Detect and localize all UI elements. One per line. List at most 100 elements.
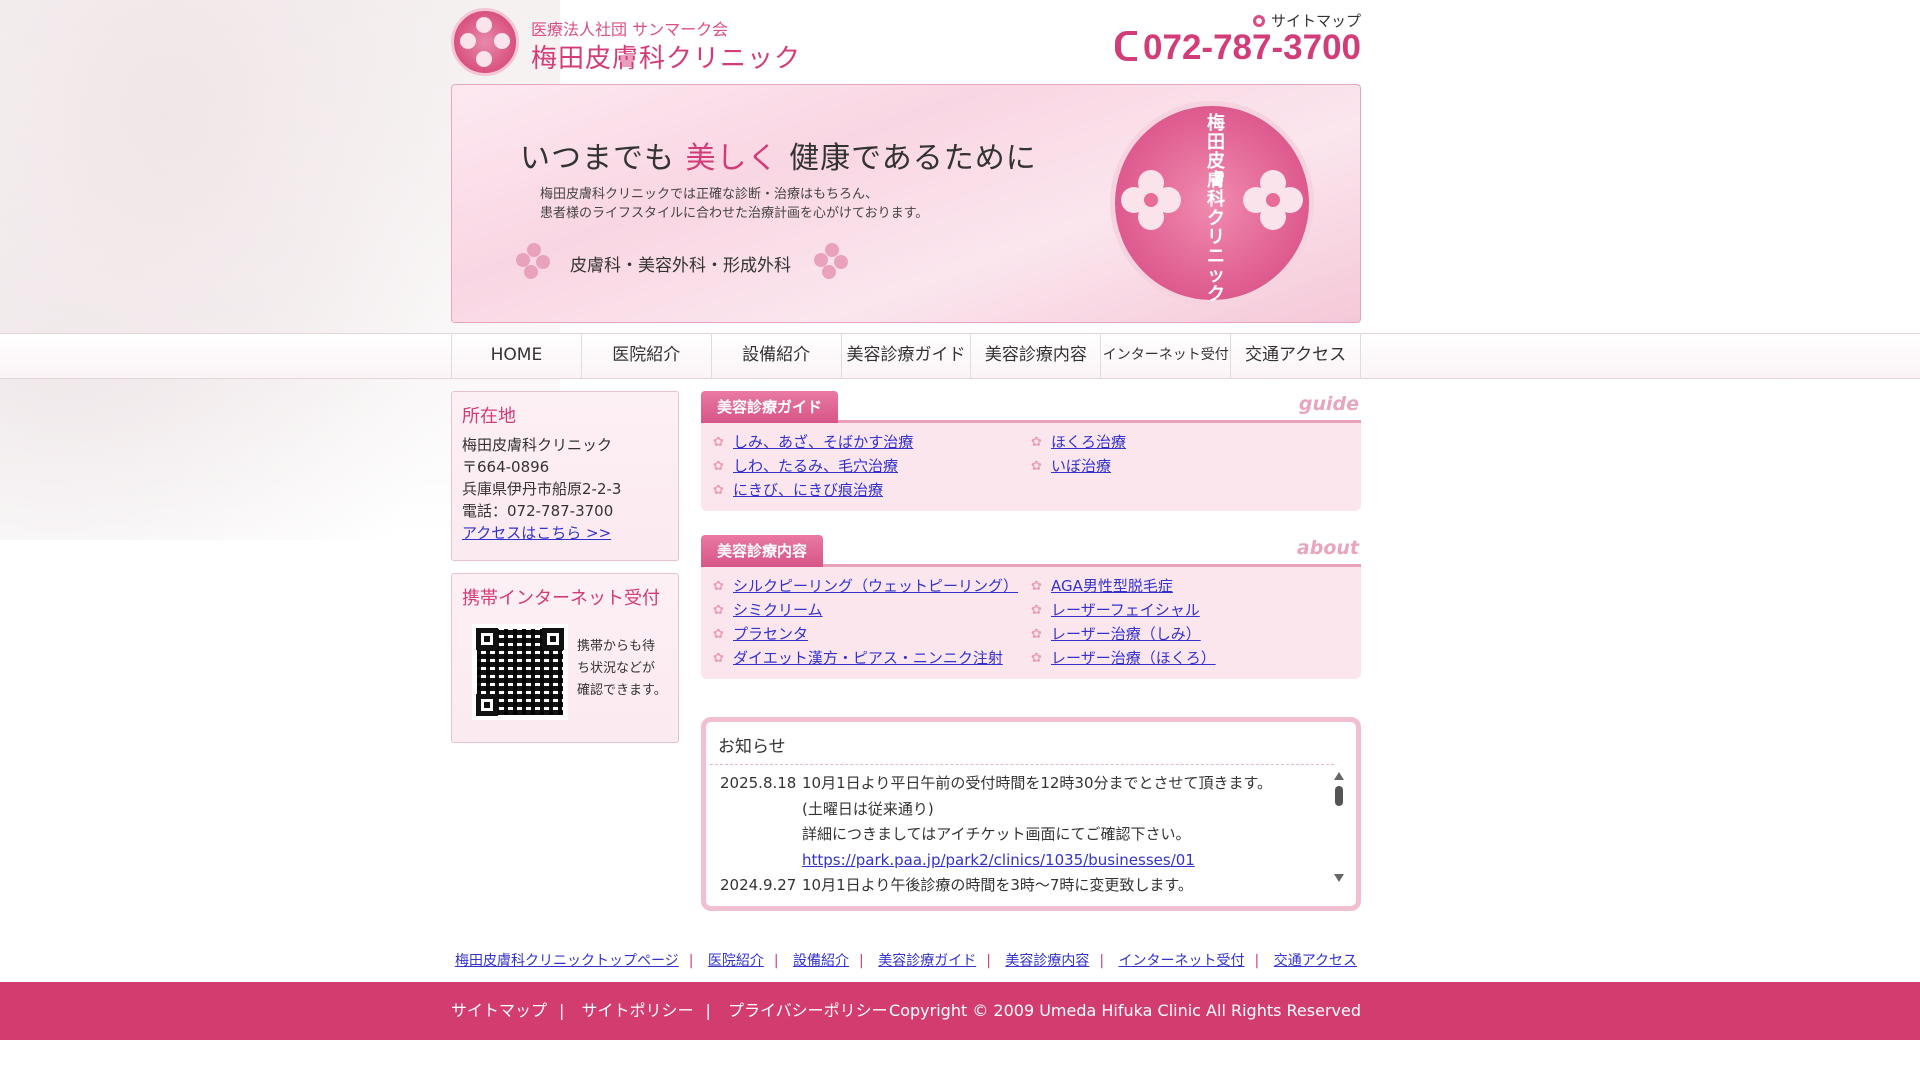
- flower-icon: [516, 243, 552, 279]
- phone-number: 072-787-3700: [1115, 28, 1361, 68]
- footer-link-reception[interactable]: インターネット受付: [1119, 953, 1245, 969]
- location-name: 梅田皮膚科クリニック: [462, 436, 613, 454]
- nav-internet-reception[interactable]: インターネット受付: [1101, 333, 1232, 379]
- section-header: 美容診療ガイド guide: [701, 391, 1361, 423]
- guide-link[interactable]: にきび、にきび痕治療: [711, 479, 1029, 502]
- scroll-thumb[interactable]: [1335, 786, 1343, 806]
- access-link[interactable]: アクセスはこちら >>: [462, 522, 668, 544]
- nav-beauty-treatments[interactable]: 美容診療内容: [971, 333, 1102, 379]
- hero-title-accent: 美しく: [685, 141, 779, 176]
- org-name: 医療法人社団 サンマーク会: [531, 20, 729, 39]
- about-link[interactable]: ダイエット漢方・ピアス・ニンニク注射: [711, 647, 1029, 670]
- news-title: お知らせ: [718, 737, 786, 757]
- location-title: 所在地: [462, 406, 516, 427]
- clinic-name[interactable]: 梅田皮膚科クリニック: [531, 38, 801, 75]
- separator: |: [859, 953, 864, 969]
- beauty-guide-section: 美容診療ガイド guide しみ、あざ、そばかす治療 ほくろ治療 しわ、たるみ、…: [701, 391, 1361, 511]
- footer-privacy-link[interactable]: プライバシーポリシー: [728, 1001, 888, 1020]
- about-link[interactable]: AGA男性型脱毛症: [1029, 575, 1347, 598]
- hero-title: いつまでも 美しく 健康であるために: [520, 133, 1037, 177]
- separator: |: [1254, 953, 1260, 969]
- flower-icon: [1243, 170, 1303, 230]
- about-link[interactable]: レーザーフェイシャル: [1029, 599, 1347, 622]
- about-link[interactable]: プラセンタ: [711, 623, 1029, 646]
- footer-link-top[interactable]: 梅田皮膚科クリニックトップページ: [455, 953, 679, 969]
- nav-beauty-guide[interactable]: 美容診療ガイド: [842, 333, 972, 379]
- hero-title-post: 健康であるために: [789, 141, 1037, 176]
- hero-title-pre: いつまでも: [520, 141, 675, 176]
- about-link[interactable]: シミクリーム: [711, 599, 1029, 622]
- footer-link-guide[interactable]: 美容診療ガイド: [878, 953, 976, 969]
- about-en-label: about: [1296, 537, 1359, 559]
- about-link[interactable]: レーザー治療（ほくろ）: [1029, 647, 1347, 670]
- news-link[interactable]: https://park.paa.jp/park2/clinics/1035/b…: [802, 848, 1334, 874]
- nav-facilities[interactable]: 設備紹介: [712, 333, 842, 379]
- separator: |: [559, 1001, 565, 1020]
- phone-icon: [1115, 31, 1138, 61]
- nav-home[interactable]: HOME: [452, 333, 582, 379]
- flower-icon: [1121, 170, 1181, 230]
- news-date: 2024.9.27: [720, 876, 797, 894]
- footer-sitemap-link[interactable]: サイトマップ: [451, 1001, 547, 1020]
- clinic-seal-emblem: 梅田皮膚科クリニック: [1110, 101, 1314, 305]
- bullet-icon: [1252, 15, 1265, 27]
- location-postal: 〒664-0896: [462, 458, 550, 476]
- guide-link[interactable]: ほくろ治療: [1029, 431, 1347, 454]
- global-nav: HOME 医院紹介 設備紹介 美容診療ガイド 美容診療内容 インターネット受付 …: [451, 333, 1362, 379]
- scroll-down-icon[interactable]: [1334, 874, 1344, 882]
- guide-links: しみ、あざ、そばかす治療 ほくろ治療 しわ、たるみ、毛穴治療 いぼ治療 にきび、…: [701, 423, 1361, 510]
- footer-link-facilities[interactable]: 設備紹介: [793, 953, 849, 969]
- mobile-reception-box: 携帯インターネット受付 携帯からも待ち状況などが確認できます。: [451, 573, 679, 743]
- separator: |: [1099, 953, 1105, 969]
- guide-en-label: guide: [1298, 393, 1359, 415]
- guide-tab: 美容診療ガイド: [701, 391, 839, 423]
- about-tab: 美容診療内容: [701, 535, 824, 567]
- separator: |: [773, 953, 779, 969]
- hero-text-line: 患者様のライフスタイルに合わせた治療計画を心がけております。: [540, 206, 929, 221]
- separator: |: [986, 953, 991, 969]
- news-line: (土曜日は従来通り): [802, 799, 934, 818]
- location-box: 所在地 梅田皮膚科クリニック 〒664-0896 兵庫県伊丹市船原2-2-3 電…: [451, 391, 679, 561]
- location-address: 兵庫県伊丹市船原2-2-3: [462, 480, 622, 498]
- hero-banner: いつまでも 美しく 健康であるために 梅田皮膚科クリニックでは正確な診断・治療は…: [451, 84, 1361, 323]
- about-link[interactable]: シルクピーリング（ウェットピーリング）: [711, 575, 1029, 598]
- news-line: 10月1日より平日午前の受付時間を12時30分までとさせて頂きます。: [802, 774, 1273, 792]
- news-box: お知らせ 2025.8.18 10月1日より平日午前の受付時間を12時30分まで…: [701, 717, 1361, 911]
- guide-link[interactable]: しみ、あざ、そばかす治療: [711, 431, 1029, 454]
- news-scrollbar[interactable]: [1332, 772, 1346, 882]
- clinic-logo-icon[interactable]: [451, 8, 519, 76]
- nav-clinic-intro[interactable]: 医院紹介: [582, 333, 712, 379]
- mobile-title: 携帯インターネット受付: [462, 588, 660, 609]
- footer-link-clinic[interactable]: 医院紹介: [708, 953, 764, 969]
- nav-access[interactable]: 交通アクセス: [1231, 333, 1362, 379]
- separator: |: [705, 1001, 711, 1020]
- news-item: 2025.8.18 10月1日より平日午前の受付時間を12時30分までとさせて頂…: [710, 765, 1334, 873]
- guide-link[interactable]: いぼ治療: [1029, 455, 1347, 478]
- news-line: 10月1日より午後診療の時間を3時～7時に変更致します。: [802, 876, 1193, 894]
- news-date: 2025.8.18: [720, 774, 797, 792]
- location-phone: 電話：072-787-3700: [462, 502, 614, 520]
- hero-departments: 皮膚科・美容外科・形成外科: [570, 256, 791, 276]
- mobile-text: 携帯からも待ち状況などが確認できます。: [577, 639, 667, 698]
- about-links: シルクピーリング（ウェットピーリング） AGA男性型脱毛症 シミクリーム レーザ…: [701, 567, 1361, 678]
- footer-site-policy-link[interactable]: サイトポリシー: [582, 1001, 694, 1020]
- phone-text: 072-787-3700: [1143, 28, 1361, 67]
- news-item: 2024.9.27 10月1日より午後診療の時間を3時～7時に変更致します。: [710, 873, 1334, 894]
- copyright: Copyright © 2009 Umeda Hifuka Clinic All…: [889, 1001, 1361, 1020]
- about-link[interactable]: レーザー治療（しみ）: [1029, 623, 1347, 646]
- footer-link-access[interactable]: 交通アクセス: [1274, 953, 1357, 969]
- hero-text-line: 梅田皮膚科クリニックでは正確な診断・治療はもちろん、: [540, 187, 879, 202]
- scroll-up-icon[interactable]: [1334, 772, 1344, 780]
- footer-link-treatments[interactable]: 美容診療内容: [1005, 953, 1089, 969]
- footer-links: 梅田皮膚科クリニックトップページ | 医院紹介 | 設備紹介 | 美容診療ガイド | 美…: [451, 950, 1361, 970]
- section-header: 美容診療内容 about: [701, 535, 1361, 567]
- beauty-treatments-section: 美容診療内容 about シルクピーリング（ウェットピーリング） AGA男性型脱…: [701, 535, 1361, 679]
- footer-bar: サイトマップ | サイトポリシー | プライバシーポリシー Copyright © …: [0, 982, 1920, 1040]
- separator: |: [688, 953, 694, 969]
- seal-text: 梅田皮膚科クリニック: [1207, 113, 1225, 305]
- news-list[interactable]: 2025.8.18 10月1日より平日午前の受付時間を12時30分までとさせて頂…: [710, 764, 1334, 894]
- hero-description: 梅田皮膚科クリニックでは正確な診断・治療はもちろん、 患者様のライフスタイルに合…: [540, 185, 1000, 223]
- qr-code-icon[interactable]: [472, 624, 568, 720]
- guide-link[interactable]: しわ、たるみ、毛穴治療: [711, 455, 1029, 478]
- news-line: 詳細につきましてはアイチケット画面にてご確認下さい。: [802, 825, 1191, 843]
